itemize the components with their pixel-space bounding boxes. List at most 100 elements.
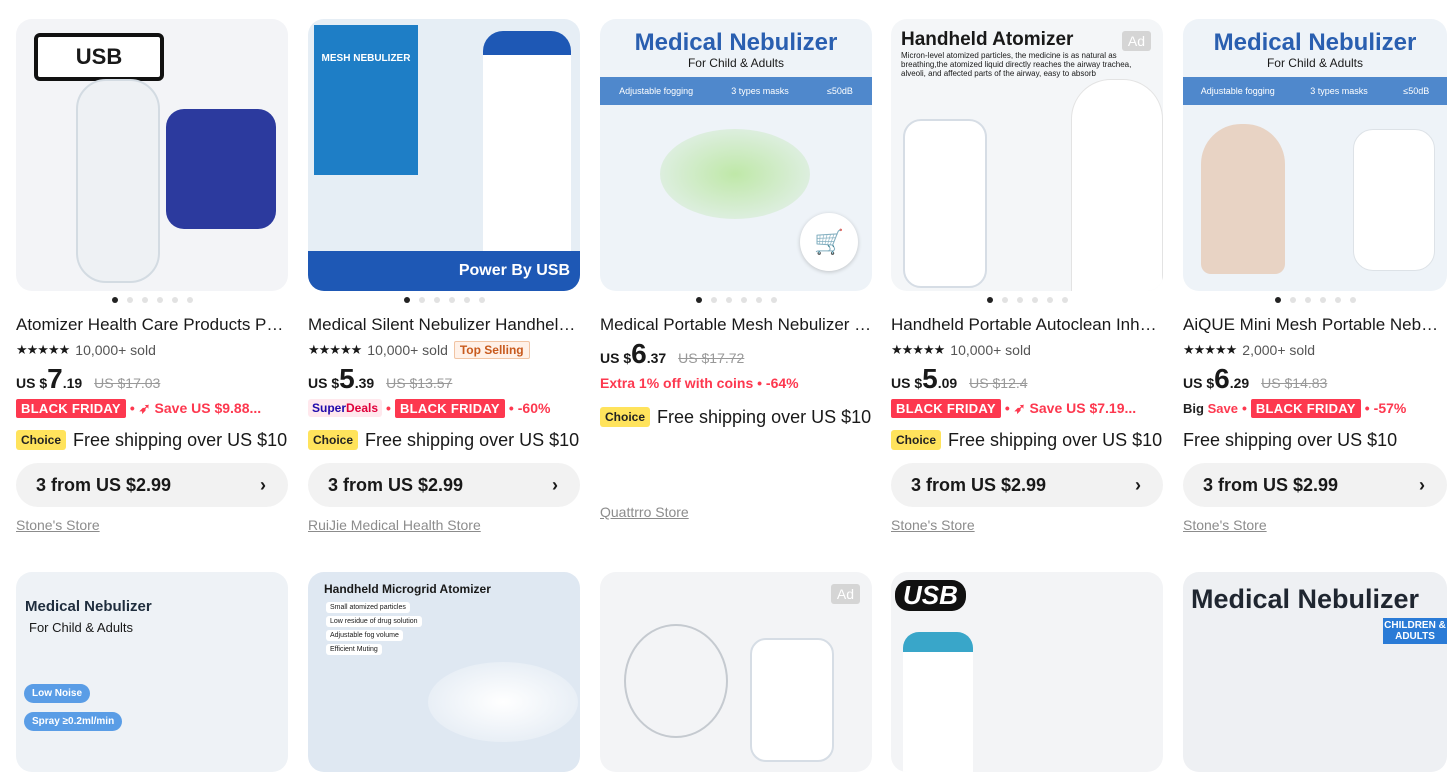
usb-badge: USB xyxy=(895,580,966,611)
product-card[interactable]: Ad xyxy=(600,572,872,772)
product-image[interactable]: Medical Nebulizer For Child & Adults Low… xyxy=(16,572,288,772)
product-card[interactable]: MESH NEBULIZER Power By USB Medical Sile… xyxy=(308,19,580,539)
original-price: US $17.03 xyxy=(94,375,161,391)
black-friday-badge: BLACK FRIDAY xyxy=(394,398,505,418)
product-card[interactable]: USB Atomizer Health Care Products Portab… xyxy=(16,19,288,539)
low-noise-badge: Low Noise xyxy=(24,684,91,703)
original-price: US $12.4 xyxy=(969,375,1028,391)
product-image[interactable]: Medical Nebulizer CHILDREN & ADULTS xyxy=(1183,572,1447,772)
coins-discount: Extra 1% off with coins • -64% xyxy=(600,375,799,391)
chevron-right-icon: › xyxy=(260,474,266,495)
image-description: Micron-level atomized particles, the med… xyxy=(901,51,1132,78)
mist-image xyxy=(660,129,810,219)
price: US $7.19 US $17.03 xyxy=(16,363,161,394)
choice-badge: Choice xyxy=(308,430,359,450)
image-headline: Medical Nebulizer xyxy=(1191,584,1420,614)
black-friday-badge: BLACK FRIDAY xyxy=(16,398,126,418)
shipping-row: Choice Free shipping over US $10 xyxy=(600,404,872,430)
add-to-cart-button[interactable]: 🛒 xyxy=(800,213,858,271)
star-rating-icon: ★★★★★ xyxy=(308,342,362,357)
image-carousel-dots[interactable] xyxy=(891,291,1163,309)
mist-image xyxy=(428,662,578,742)
rating-row: ★★★★★ 10,000+ sold xyxy=(16,339,288,361)
rating-row: ★★★★★ 10,000+ sold xyxy=(891,339,1163,361)
image-carousel-dots[interactable] xyxy=(600,291,872,309)
ad-label: Ad xyxy=(1121,31,1151,51)
price: US $5.39 US $13.57 xyxy=(308,363,453,394)
image-subheadline: For Child & Adults xyxy=(687,56,785,70)
image-headline: Handheld Atomizer xyxy=(901,29,1074,50)
bundle-button[interactable]: 3 from US $2.99 › xyxy=(891,463,1163,507)
promo-row: BLACK FRIDAY • ➶ Save US $9.88... xyxy=(16,397,288,419)
image-headline: Handheld Microgrid Atomizer xyxy=(324,582,491,596)
promo-row: Big Save • BLACK FRIDAY • -57% xyxy=(1183,398,1407,418)
store-link[interactable]: Stone's Store xyxy=(891,517,1163,539)
save-text: Save US $9.88... xyxy=(154,400,262,416)
image-carousel-dots[interactable] xyxy=(16,291,288,309)
nebulizer-device xyxy=(903,632,973,772)
product-title[interactable]: Medical Portable Mesh Nebulizer Handheld xyxy=(600,314,872,336)
store-link[interactable]: Quattrro Store xyxy=(600,504,872,526)
product-card[interactable]: USB xyxy=(891,572,1163,772)
chevron-right-icon: › xyxy=(1419,474,1425,495)
star-rating-icon: ★★★★★ xyxy=(16,342,70,357)
product-image[interactable]: USB xyxy=(891,572,1163,772)
store-link[interactable]: Stone's Store xyxy=(16,517,288,539)
product-image[interactable]: USB xyxy=(16,19,288,291)
product-image[interactable]: Medical Nebulizer For Child & Adults Adj… xyxy=(1183,19,1447,291)
product-card[interactable]: Medical Nebulizer CHILDREN & ADULTS xyxy=(1183,572,1447,772)
product-card[interactable]: Medical Nebulizer For Child & Adults Adj… xyxy=(600,19,872,526)
bundle-button[interactable]: 3 from US $2.99 › xyxy=(308,463,580,507)
product-card[interactable]: Medical Nebulizer For Child & Adults Low… xyxy=(16,572,288,772)
shipping-row: Choice Free shipping over US $10 xyxy=(891,427,1163,453)
product-title[interactable]: Atomizer Health Care Products Portable..… xyxy=(16,314,288,336)
product-title[interactable]: Handheld Portable Autoclean Inhaler Nebu… xyxy=(891,314,1163,336)
bundle-button[interactable]: 3 from US $2.99 › xyxy=(1183,463,1447,507)
product-card[interactable]: Handheld Atomizer Micron-level atomized … xyxy=(891,19,1163,539)
product-title[interactable]: AiQUE Mini Mesh Portable Nebulizer xyxy=(1183,314,1447,336)
product-card[interactable]: Medical Nebulizer For Child & Adults Adj… xyxy=(1183,19,1447,539)
star-rating-icon: ★★★★★ xyxy=(1183,342,1237,357)
save-text: Save US $7.19... xyxy=(1029,400,1137,416)
rating-row: ★★★★★ 10,000+ sold Top Selling xyxy=(308,339,580,361)
nebulizer-device xyxy=(483,31,571,285)
usb-banner: Power By USB xyxy=(308,251,580,291)
feature-strip: Adjustable fogging 3 types masks ≤50dB xyxy=(600,77,872,105)
store-link[interactable]: RuiJie Medical Health Store xyxy=(308,517,580,539)
product-image[interactable]: Ad xyxy=(600,572,872,772)
oximeter-device xyxy=(166,109,276,229)
sold-count: 10,000+ sold xyxy=(75,342,156,358)
product-image[interactable]: Handheld Microgrid Atomizer Small atomiz… xyxy=(308,572,580,772)
superdeals-badge: SuperDeals xyxy=(308,399,383,417)
image-carousel-dots[interactable] xyxy=(1183,291,1447,309)
black-friday-badge: BLACK FRIDAY xyxy=(1250,398,1361,418)
promo-row: BLACK FRIDAY • ➶ Save US $7.19... xyxy=(891,397,1163,419)
image-headline: Medical Nebulizer xyxy=(25,598,152,615)
chevron-right-icon: › xyxy=(552,474,558,495)
price: US $6.29 US $14.83 xyxy=(1183,363,1328,394)
rating-row: ★★★★★ 2,000+ sold xyxy=(1183,339,1447,361)
product-image[interactable]: MESH NEBULIZER Power By USB xyxy=(308,19,580,291)
product-image[interactable]: Handheld Atomizer Micron-level atomized … xyxy=(891,19,1163,291)
shipping-row: Choice Free shipping over US $10 xyxy=(308,427,580,453)
store-link[interactable]: Stone's Store xyxy=(1183,517,1447,539)
product-title[interactable]: Medical Silent Nebulizer Handheld Portab… xyxy=(308,314,580,336)
black-friday-badge: BLACK FRIDAY xyxy=(891,398,1001,418)
choice-badge: Choice xyxy=(891,430,942,450)
nebulizer-device xyxy=(1353,129,1435,271)
sold-count: 10,000+ sold xyxy=(950,342,1031,358)
nebulizer-device xyxy=(750,638,834,762)
discount-percent: -60% xyxy=(517,400,551,416)
choice-badge: Choice xyxy=(16,430,67,450)
original-price: US $13.57 xyxy=(386,375,453,391)
product-box: MESH NEBULIZER xyxy=(314,25,418,175)
product-image[interactable]: Medical Nebulizer For Child & Adults Adj… xyxy=(600,19,872,291)
price: US $6.37 US $17.72 xyxy=(600,338,745,369)
big-save-badge: Big Save xyxy=(1183,400,1238,416)
product-card[interactable]: Handheld Microgrid Atomizer Small atomiz… xyxy=(308,572,580,772)
bundle-button[interactable]: 3 from US $2.99 › xyxy=(16,463,288,507)
chevron-right-icon: › xyxy=(1135,474,1141,495)
image-carousel-dots[interactable] xyxy=(308,291,580,309)
star-rating-icon: ★★★★★ xyxy=(891,342,945,357)
shipping-row: Choice Free shipping over US $10 xyxy=(16,427,288,453)
